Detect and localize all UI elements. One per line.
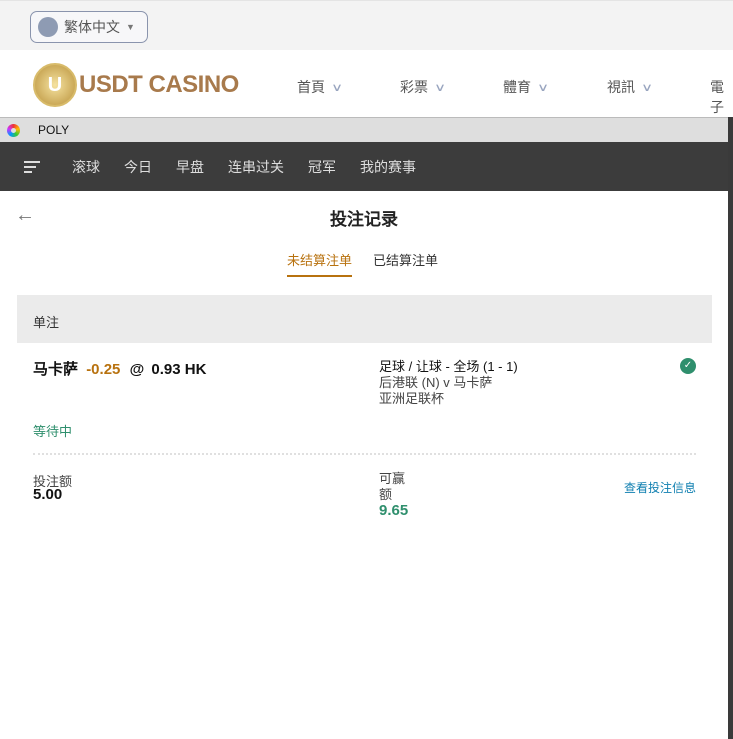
- globe-icon: [38, 17, 58, 37]
- logo-text: USDT CASINO: [79, 71, 239, 98]
- bet-market-info: 足球 / 让球 - 全场 (1 - 1) 后港联 (N) v 马卡萨 亚洲足联杯: [379, 359, 518, 407]
- nav-my-events[interactable]: 我的赛事: [360, 157, 416, 177]
- win-value: 9.65: [379, 502, 409, 519]
- poly-popup-window: POLY 滚球 今日 早盘 连串过关 冠军 我的赛事 ← 投注记录 未结算注单 …: [0, 117, 728, 739]
- nav-live[interactable]: 視訊 ∨: [607, 77, 654, 97]
- bet-market: 足球 / 让球 - 全场 (1 - 1): [379, 359, 518, 374]
- logo-coin-icon: U: [33, 63, 77, 107]
- nav-parlay[interactable]: 连串过关: [228, 157, 284, 177]
- window-title: POLY: [38, 123, 70, 137]
- nav-inplay[interactable]: 滚球: [72, 157, 100, 177]
- nav-home[interactable]: 首頁 ∨: [297, 77, 344, 97]
- language-selector[interactable]: 繁体中文 ▼: [30, 11, 148, 43]
- nav-early[interactable]: 早盘: [176, 157, 204, 177]
- caret-down-icon: ▼: [126, 22, 135, 32]
- bet-match: 后港联 (N) v 马卡萨: [379, 375, 493, 390]
- chevron-down-icon: ∨: [433, 81, 447, 94]
- view-bet-details-link[interactable]: 查看投注信息: [624, 479, 696, 496]
- nav-slots[interactable]: 電子: [710, 77, 733, 117]
- nav-label: 體育: [503, 79, 531, 95]
- nav-outright[interactable]: 冠军: [308, 157, 336, 177]
- sports-nav: 滚球 今日 早盘 连串过关 冠军 我的赛事: [0, 142, 728, 191]
- page-title: 投注记录: [330, 210, 398, 229]
- site-header: U USDT CASINO 首頁 ∨ 彩票 ∨ 體育 ∨ 視訊 ∨ 電子: [0, 50, 733, 117]
- nav-lottery[interactable]: 彩票 ∨: [400, 77, 447, 97]
- top-bar: 繁体中文 ▼: [0, 0, 733, 50]
- chevron-down-icon: ∨: [536, 81, 550, 94]
- bet-status: 等待中: [33, 424, 73, 439]
- bet-selection-line: 马卡萨 -0.25 @ 0.93 HK: [33, 358, 206, 379]
- menu-icon[interactable]: [24, 158, 40, 176]
- chevron-down-icon: ∨: [330, 81, 344, 94]
- chevron-down-icon: ∨: [640, 81, 654, 94]
- bet-league: 亚洲足联杯: [379, 391, 445, 406]
- nav-label: 電子: [710, 79, 724, 115]
- bet-handicap: -0.25: [86, 361, 121, 378]
- nav-label: 視訊: [607, 79, 635, 95]
- window-titlebar: POLY: [0, 118, 728, 142]
- bet-at: @: [129, 361, 145, 378]
- nav-label: 首頁: [297, 79, 325, 95]
- divider: [33, 453, 696, 455]
- check-circle-icon: ✓: [680, 358, 696, 374]
- win-label: 可赢 额: [379, 471, 405, 503]
- win-label-2: 额: [379, 487, 393, 502]
- poly-app-icon: [7, 123, 20, 137]
- tab-unsettled[interactable]: 未结算注单: [287, 250, 353, 277]
- logo[interactable]: U USDT CASINO: [33, 63, 239, 107]
- section-header-single: 单注: [17, 295, 712, 343]
- bet-selection: 马卡萨: [33, 361, 79, 378]
- background-strip: [728, 117, 733, 739]
- stake-value: 5.00: [33, 486, 63, 503]
- bet-odds: 0.93 HK: [151, 361, 207, 378]
- nav-sports[interactable]: 體育 ∨: [503, 77, 550, 97]
- nav-label: 彩票: [400, 79, 428, 95]
- tab-settled[interactable]: 已结算注单: [373, 250, 438, 275]
- win-label-1: 可赢: [379, 471, 406, 486]
- language-label: 繁体中文: [64, 19, 120, 35]
- nav-today[interactable]: 今日: [124, 157, 152, 177]
